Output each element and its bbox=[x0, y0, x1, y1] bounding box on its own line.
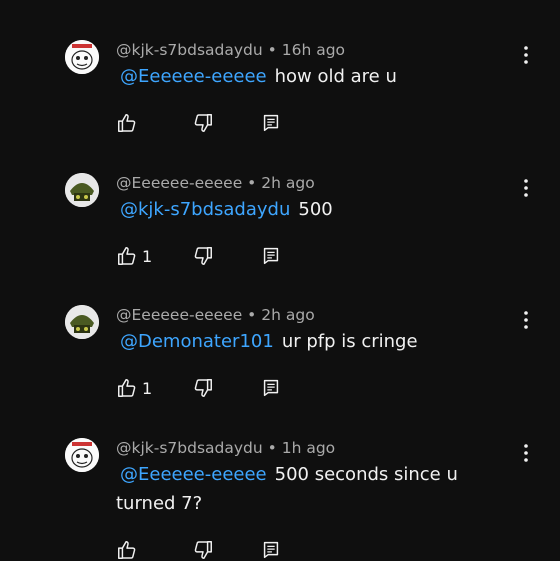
meta-separator: • bbox=[262, 41, 282, 59]
comment-meta: @kjk-s7bdsadaydu • 16h ago bbox=[116, 40, 345, 60]
meta-separator: • bbox=[242, 174, 262, 192]
reply-icon bbox=[263, 247, 279, 265]
thumb-down-icon bbox=[194, 114, 212, 132]
comment-meta: @Eeeeee-eeeee • 2h ago bbox=[116, 173, 315, 193]
comment-text: @Eeeeee-eeeee how old are u bbox=[116, 62, 516, 91]
mention-link[interactable]: @kjk-s7bdsadaydu bbox=[120, 199, 290, 220]
mention-link[interactable]: @Demonater101 bbox=[120, 331, 274, 352]
comment-body: 500 bbox=[298, 199, 333, 220]
dislike-button[interactable] bbox=[192, 377, 214, 399]
comment-text: @Eeeeee-eeeee 500 seconds since u turned … bbox=[116, 460, 476, 518]
sketch-face-avatar-icon bbox=[65, 438, 99, 472]
dislike-button[interactable] bbox=[192, 112, 214, 134]
like-button[interactable]: 1 bbox=[116, 245, 152, 267]
thumb-down-icon bbox=[194, 247, 212, 265]
reply-button[interactable] bbox=[260, 245, 282, 267]
avatar[interactable] bbox=[65, 438, 99, 472]
thumb-up-icon bbox=[118, 247, 136, 265]
comment-author[interactable]: @kjk-s7bdsadaydu bbox=[116, 439, 263, 457]
thumb-down-icon bbox=[194, 541, 212, 559]
reply-button[interactable] bbox=[260, 112, 282, 134]
dislike-button[interactable] bbox=[192, 245, 214, 267]
reply-icon bbox=[263, 114, 279, 132]
reply-button[interactable] bbox=[260, 377, 282, 399]
comment-text: @Demonater101 ur pfp is cringe bbox=[116, 327, 516, 356]
green-helmet-avatar-icon bbox=[65, 305, 99, 339]
more-actions-button[interactable] bbox=[518, 44, 534, 66]
comment-text: @kjk-s7bdsadaydu 500 bbox=[116, 195, 516, 224]
comment-meta: @Eeeeee-eeeee • 2h ago bbox=[116, 305, 315, 325]
like-button[interactable] bbox=[116, 539, 142, 561]
kebab-menu-icon bbox=[524, 311, 528, 329]
thumb-up-icon bbox=[118, 379, 136, 397]
more-actions-button[interactable] bbox=[518, 177, 534, 199]
meta-separator: • bbox=[262, 439, 282, 457]
like-button[interactable]: 1 bbox=[116, 377, 152, 399]
mention-link[interactable]: @Eeeeee-eeeee bbox=[120, 66, 267, 87]
comment-time[interactable]: 2h ago bbox=[261, 174, 314, 192]
avatar[interactable] bbox=[65, 173, 99, 207]
like-count: 1 bbox=[142, 378, 153, 398]
more-actions-button[interactable] bbox=[518, 442, 534, 464]
reply-icon bbox=[263, 379, 279, 397]
meta-separator: • bbox=[242, 306, 262, 324]
comment-time[interactable]: 16h ago bbox=[282, 41, 345, 59]
like-button[interactable] bbox=[116, 112, 142, 134]
thumb-down-icon bbox=[194, 379, 212, 397]
kebab-menu-icon bbox=[524, 46, 528, 64]
reply-icon bbox=[263, 541, 279, 559]
comment-body: how old are u bbox=[274, 66, 397, 87]
reply-button[interactable] bbox=[260, 539, 282, 561]
comment-author[interactable]: @Eeeeee-eeeee bbox=[116, 174, 242, 192]
avatar[interactable] bbox=[65, 40, 99, 74]
comment-meta: @kjk-s7bdsadaydu • 1h ago bbox=[116, 438, 335, 458]
dislike-button[interactable] bbox=[192, 539, 214, 561]
comment-body: ur pfp is cringe bbox=[281, 331, 418, 352]
thumb-up-icon bbox=[118, 114, 136, 132]
thumb-up-icon bbox=[118, 541, 136, 559]
sketch-face-avatar-icon bbox=[65, 40, 99, 74]
comment-author[interactable]: @kjk-s7bdsadaydu bbox=[116, 41, 263, 59]
kebab-menu-icon bbox=[524, 179, 528, 197]
comment-author[interactable]: @Eeeeee-eeeee bbox=[116, 306, 242, 324]
green-helmet-avatar-icon bbox=[65, 173, 99, 207]
comment-time[interactable]: 1h ago bbox=[282, 439, 335, 457]
like-count: 1 bbox=[142, 246, 153, 266]
avatar[interactable] bbox=[65, 305, 99, 339]
more-actions-button[interactable] bbox=[518, 309, 534, 331]
kebab-menu-icon bbox=[524, 444, 528, 462]
comment-time[interactable]: 2h ago bbox=[261, 306, 314, 324]
mention-link[interactable]: @Eeeeee-eeeee bbox=[120, 464, 267, 485]
